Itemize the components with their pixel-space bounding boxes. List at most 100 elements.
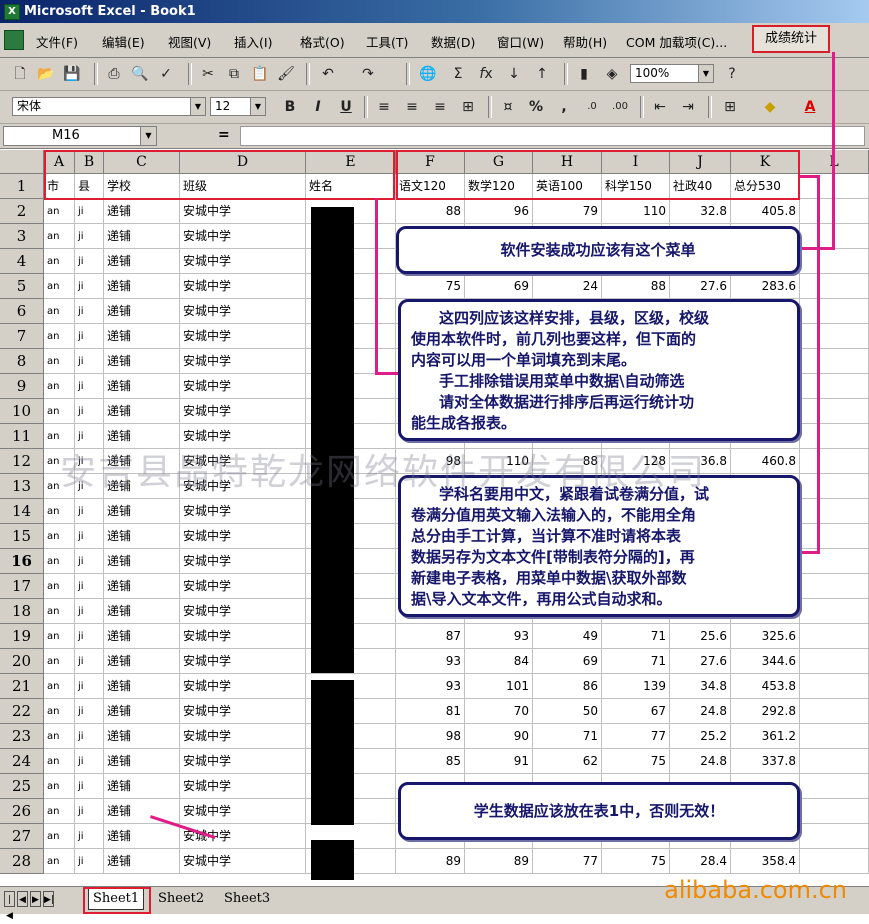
table-cell[interactable]: 28.4 — [670, 849, 731, 874]
table-cell[interactable]: 361.2 — [731, 724, 800, 749]
table-cell[interactable]: an — [44, 649, 75, 674]
table-cell[interactable]: 递铺 — [104, 599, 180, 624]
font-size-combo[interactable]: 12 ▼ — [210, 97, 266, 116]
table-cell[interactable]: 75 — [396, 274, 465, 299]
table-cell[interactable]: 25.2 — [670, 724, 731, 749]
chevron-down-icon[interactable]: ▼ — [250, 98, 265, 115]
row-header[interactable]: 12 — [0, 449, 44, 474]
column-header[interactable]: H — [533, 150, 602, 174]
table-cell[interactable]: an — [44, 249, 75, 274]
drawing-icon[interactable]: ◈ — [602, 64, 622, 84]
table-cell[interactable]: 安城中学 — [180, 649, 306, 674]
table-cell[interactable]: ji — [75, 249, 104, 274]
table-cell[interactable]: 递铺 — [104, 699, 180, 724]
table-cell[interactable]: 110 — [465, 449, 533, 474]
table-cell[interactable]: an — [44, 599, 75, 624]
menu-com-addins[interactable]: COM 加载项(C)... — [626, 32, 727, 51]
row-header[interactable]: 20 — [0, 649, 44, 674]
table-cell[interactable]: 递铺 — [104, 199, 180, 224]
table-cell[interactable]: ji — [75, 699, 104, 724]
table-cell[interactable]: 安城中学 — [180, 849, 306, 874]
table-cell[interactable]: 递铺 — [104, 449, 180, 474]
table-cell[interactable]: 安城中学 — [180, 449, 306, 474]
table-cell[interactable] — [800, 524, 869, 549]
table-cell[interactable]: 递铺 — [104, 524, 180, 549]
table-cell[interactable] — [800, 649, 869, 674]
table-cell[interactable]: 89 — [396, 849, 465, 874]
menu-insert[interactable]: 插入(I) — [234, 32, 272, 51]
table-cell[interactable]: ji — [75, 274, 104, 299]
print-preview-icon[interactable]: 🔍 — [130, 64, 150, 84]
table-cell[interactable]: 递铺 — [104, 574, 180, 599]
function-icon[interactable]: fx — [476, 64, 496, 84]
table-cell[interactable]: an — [44, 349, 75, 374]
table-cell[interactable]: an — [44, 449, 75, 474]
next-sheet-icon[interactable]: ▶ — [30, 891, 41, 907]
table-cell[interactable]: an — [44, 624, 75, 649]
table-cell[interactable]: 递铺 — [104, 249, 180, 274]
table-cell[interactable]: 79 — [533, 199, 602, 224]
table-cell[interactable]: 87 — [396, 624, 465, 649]
table-cell[interactable] — [800, 799, 869, 824]
table-cell[interactable]: ji — [75, 799, 104, 824]
table-cell[interactable]: 75 — [602, 749, 670, 774]
row-header[interactable]: 17 — [0, 574, 44, 599]
table-cell[interactable] — [800, 449, 869, 474]
menu-tools[interactable]: 工具(T) — [366, 32, 408, 51]
table-cell[interactable]: ji — [75, 724, 104, 749]
table-cell[interactable]: an — [44, 749, 75, 774]
borders-icon[interactable]: ⊞ — [720, 97, 740, 117]
row-header[interactable]: 22 — [0, 699, 44, 724]
table-cell[interactable]: 安城中学 — [180, 724, 306, 749]
table-cell[interactable]: ji — [75, 749, 104, 774]
header-cell[interactable]: 英语100 — [533, 174, 602, 199]
column-header[interactable]: A — [44, 150, 75, 174]
row-header[interactable]: 24 — [0, 749, 44, 774]
table-cell[interactable]: 安城中学 — [180, 549, 306, 574]
decrease-decimal-icon[interactable]: .00 — [610, 97, 630, 117]
table-cell[interactable]: 75 — [602, 849, 670, 874]
undo-icon[interactable]: ↶ — [318, 64, 338, 84]
row-header[interactable]: 1 — [0, 174, 44, 199]
table-cell[interactable]: 337.8 — [731, 749, 800, 774]
table-cell[interactable]: 安城中学 — [180, 799, 306, 824]
table-cell[interactable]: an — [44, 724, 75, 749]
print-icon[interactable]: ⎙ — [104, 64, 124, 84]
table-cell[interactable]: an — [44, 499, 75, 524]
table-cell[interactable]: ji — [75, 474, 104, 499]
row-header[interactable]: 18 — [0, 599, 44, 624]
table-cell[interactable]: an — [44, 524, 75, 549]
table-cell[interactable]: 递铺 — [104, 549, 180, 574]
row-header[interactable]: 6 — [0, 299, 44, 324]
sort-descending-icon[interactable]: ↑ — [532, 64, 552, 84]
row-header[interactable]: 7 — [0, 324, 44, 349]
table-cell[interactable]: ji — [75, 774, 104, 799]
align-center-icon[interactable]: ≡ — [402, 97, 422, 117]
column-header[interactable]: I — [602, 150, 670, 174]
table-cell[interactable]: an — [44, 824, 75, 849]
row-header[interactable]: 13 — [0, 474, 44, 499]
table-cell[interactable]: ji — [75, 224, 104, 249]
table-cell[interactable]: 安城中学 — [180, 399, 306, 424]
decrease-indent-icon[interactable]: ⇤ — [650, 97, 670, 117]
table-cell[interactable]: ji — [75, 824, 104, 849]
column-header[interactable]: B — [75, 150, 104, 174]
table-cell[interactable]: 98 — [396, 449, 465, 474]
table-cell[interactable]: an — [44, 199, 75, 224]
menu-file[interactable]: 文件(F) — [36, 32, 78, 51]
formula-input[interactable] — [240, 126, 865, 146]
bold-icon[interactable]: B — [280, 97, 300, 117]
table-cell[interactable]: 36.8 — [670, 449, 731, 474]
align-right-icon[interactable]: ≡ — [430, 97, 450, 117]
table-cell[interactable]: 88 — [533, 449, 602, 474]
tab-sheet2[interactable]: Sheet2 — [154, 889, 208, 909]
table-cell[interactable]: 递铺 — [104, 724, 180, 749]
row-header[interactable]: 8 — [0, 349, 44, 374]
table-cell[interactable]: 81 — [396, 699, 465, 724]
header-cell[interactable]: 语文120 — [396, 174, 465, 199]
table-cell[interactable]: 71 — [602, 649, 670, 674]
table-cell[interactable]: an — [44, 674, 75, 699]
row-header[interactable]: 23 — [0, 724, 44, 749]
prev-sheet-icon[interactable]: ◀ — [17, 891, 28, 907]
table-cell[interactable]: 93 — [465, 624, 533, 649]
